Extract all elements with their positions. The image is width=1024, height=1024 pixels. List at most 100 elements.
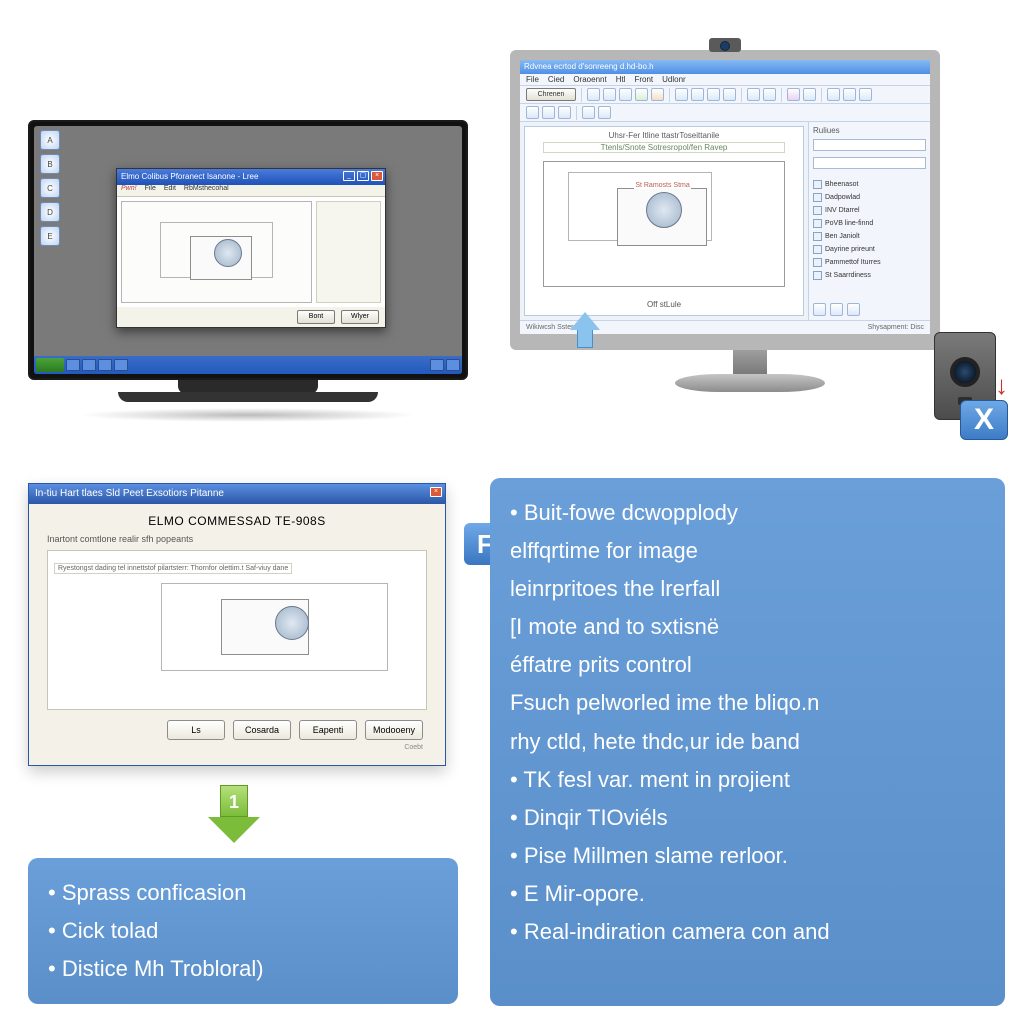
toolbar-icon[interactable] [859, 88, 872, 101]
callout-bullet: Dinqir TIOviéls [510, 801, 985, 835]
folder-icon [813, 245, 822, 254]
app-titlebar[interactable]: Rdvnea ecrtod d'sonreeng d.hd-bo.h [520, 60, 930, 74]
toolbar-icon[interactable] [526, 106, 539, 119]
menu-item[interactable]: Cied [548, 74, 564, 85]
callout-item: Sprass conficasion [48, 876, 438, 910]
callout-bullet: TK fesl var. ment in projient [510, 763, 985, 797]
side-panel [316, 201, 381, 303]
tree-item[interactable]: Bheenasot [813, 179, 926, 190]
step-number: 1 [220, 785, 248, 817]
tab-label[interactable]: RbMsthecohal [184, 185, 229, 196]
minimize-icon[interactable]: _ [343, 171, 355, 181]
taskbar-item[interactable] [114, 359, 128, 371]
dialog-titlebar[interactable]: In-tiu Hart tlaes Sld Peet Exsotiors Pit… [29, 484, 445, 504]
toolbar-icon[interactable] [747, 88, 760, 101]
dialog-heading: ELMO COMMESSAD TE-908S [47, 514, 427, 528]
ok-button[interactable]: Bont [297, 310, 335, 324]
canvas[interactable]: Uhsr-Fer Itline ttastrToseittanile Ttenl… [524, 126, 804, 316]
callout-bullet: E Mir-opore. [510, 877, 985, 911]
toolbar-dropdown[interactable]: Chrenen [526, 88, 576, 101]
inner-window-footer: Bont Wlyer [117, 307, 385, 327]
tree-item[interactable]: PoVB line-finnd [813, 218, 926, 229]
callout-large: Buit-fowe dcwopplody elffqrtime for imag… [490, 478, 1005, 1006]
inner-window-body [117, 197, 385, 307]
tv-foot [118, 392, 378, 402]
sidepane-heading: Ruliues [813, 126, 926, 135]
toolbar-icon[interactable] [587, 88, 600, 101]
tree-item[interactable]: Pammettof Iturres [813, 257, 926, 268]
tray-icon[interactable] [446, 359, 460, 371]
taskbar[interactable] [34, 356, 462, 374]
menu-item[interactable]: Front [634, 74, 653, 85]
ql-icon[interactable]: C [40, 178, 60, 198]
inner-window-menu: Pwn! File Edit RbMsthecohal [117, 185, 385, 197]
camera-lens-icon [950, 357, 980, 387]
toolbar-icon[interactable] [827, 88, 840, 101]
toolbar-icon[interactable] [675, 88, 688, 101]
toolbar-icon[interactable] [843, 88, 856, 101]
dialog-diagram-panel: Ryestongst dading tel innettstof pilarts… [47, 550, 427, 710]
taskbar-item[interactable] [98, 359, 112, 371]
folder-icon [813, 271, 822, 280]
tree-item[interactable]: INV Dtarrel [813, 205, 926, 216]
cancel-button[interactable]: Wlyer [341, 310, 379, 324]
ql-icon[interactable]: A [40, 130, 60, 150]
ql-icon[interactable]: D [40, 202, 60, 222]
tree-item[interactable]: Dadpowlad [813, 192, 926, 203]
x-badge[interactable]: X [960, 400, 1008, 440]
close-icon[interactable]: × [430, 487, 442, 497]
status-right: Shysapment: Disc [868, 324, 924, 331]
sidepane-tool-icon[interactable] [847, 303, 860, 316]
step-arrow-icon: 1 [208, 785, 260, 843]
close-icon[interactable]: × [371, 171, 383, 181]
mini-diagram [161, 583, 388, 671]
tree-item[interactable]: Ben Janiolt [813, 231, 926, 242]
dialog-status: Coebt [47, 742, 427, 757]
maximize-icon[interactable]: ▢ [357, 171, 369, 181]
menu-item[interactable]: Udlonr [662, 74, 686, 85]
tray-icon[interactable] [430, 359, 444, 371]
diagram: St Ramosts Stma [543, 161, 785, 287]
taskbar-item[interactable] [66, 359, 80, 371]
ql-icon[interactable]: B [40, 154, 60, 174]
dialog-button[interactable]: Ls [167, 720, 225, 740]
toolbar-icon[interactable] [787, 88, 800, 101]
sidepane-tool-icon[interactable] [830, 303, 843, 316]
dialog-button[interactable]: Modooeny [365, 720, 423, 740]
start-button[interactable] [36, 358, 64, 372]
canvas-subtitle: Ttenls/Snote Sotresropol/fen Ravep [543, 142, 785, 153]
toolbar-icon[interactable] [558, 106, 571, 119]
sidepane-tool-icon[interactable] [813, 303, 826, 316]
menu-item[interactable]: Oraoennt [573, 74, 606, 85]
toolbar-icon[interactable] [582, 106, 595, 119]
tree-item[interactable]: St Saarrdiness [813, 270, 926, 281]
toolbar-icon[interactable] [603, 88, 616, 101]
inner-window-titlebar[interactable]: Elmo Colibus Pforanect Isanone - Lree _ … [117, 169, 385, 185]
menu-item[interactable]: File [145, 185, 156, 196]
toolbar-icon[interactable] [723, 88, 736, 101]
diagram-thumbnail [121, 201, 312, 303]
menu-item[interactable]: Htl [616, 74, 626, 85]
menu-item[interactable]: File [526, 74, 539, 85]
toolbar-icon[interactable] [707, 88, 720, 101]
menu-item[interactable]: Edit [164, 185, 176, 196]
sidepane-dropdown[interactable] [813, 139, 926, 151]
tree-item[interactable]: Dayrine prireunt [813, 244, 926, 255]
app-body: Uhsr-Fer Itline ttastrToseittanile Ttenl… [520, 122, 930, 320]
folder-icon [813, 180, 822, 189]
toolbar-icon[interactable] [542, 106, 555, 119]
toolbar-icon[interactable] [763, 88, 776, 101]
taskbar-item[interactable] [82, 359, 96, 371]
toolbar-icon[interactable] [619, 88, 632, 101]
sidepane-dropdown[interactable] [813, 157, 926, 169]
toolbar-icon[interactable] [598, 106, 611, 119]
side-pane: Ruliues Bheenasot Dadpowlad INV Dtarrel … [808, 122, 930, 320]
dialog-button[interactable]: Cosarda [233, 720, 291, 740]
ql-icon[interactable]: E [40, 226, 60, 246]
dialog-button[interactable]: Eapenti [299, 720, 357, 740]
toolbar-icon[interactable] [651, 88, 664, 101]
mini-diagram: St Ramosts Stma [568, 172, 712, 241]
toolbar-icon[interactable] [691, 88, 704, 101]
toolbar-icon[interactable] [803, 88, 816, 101]
toolbar-icon[interactable] [635, 88, 648, 101]
